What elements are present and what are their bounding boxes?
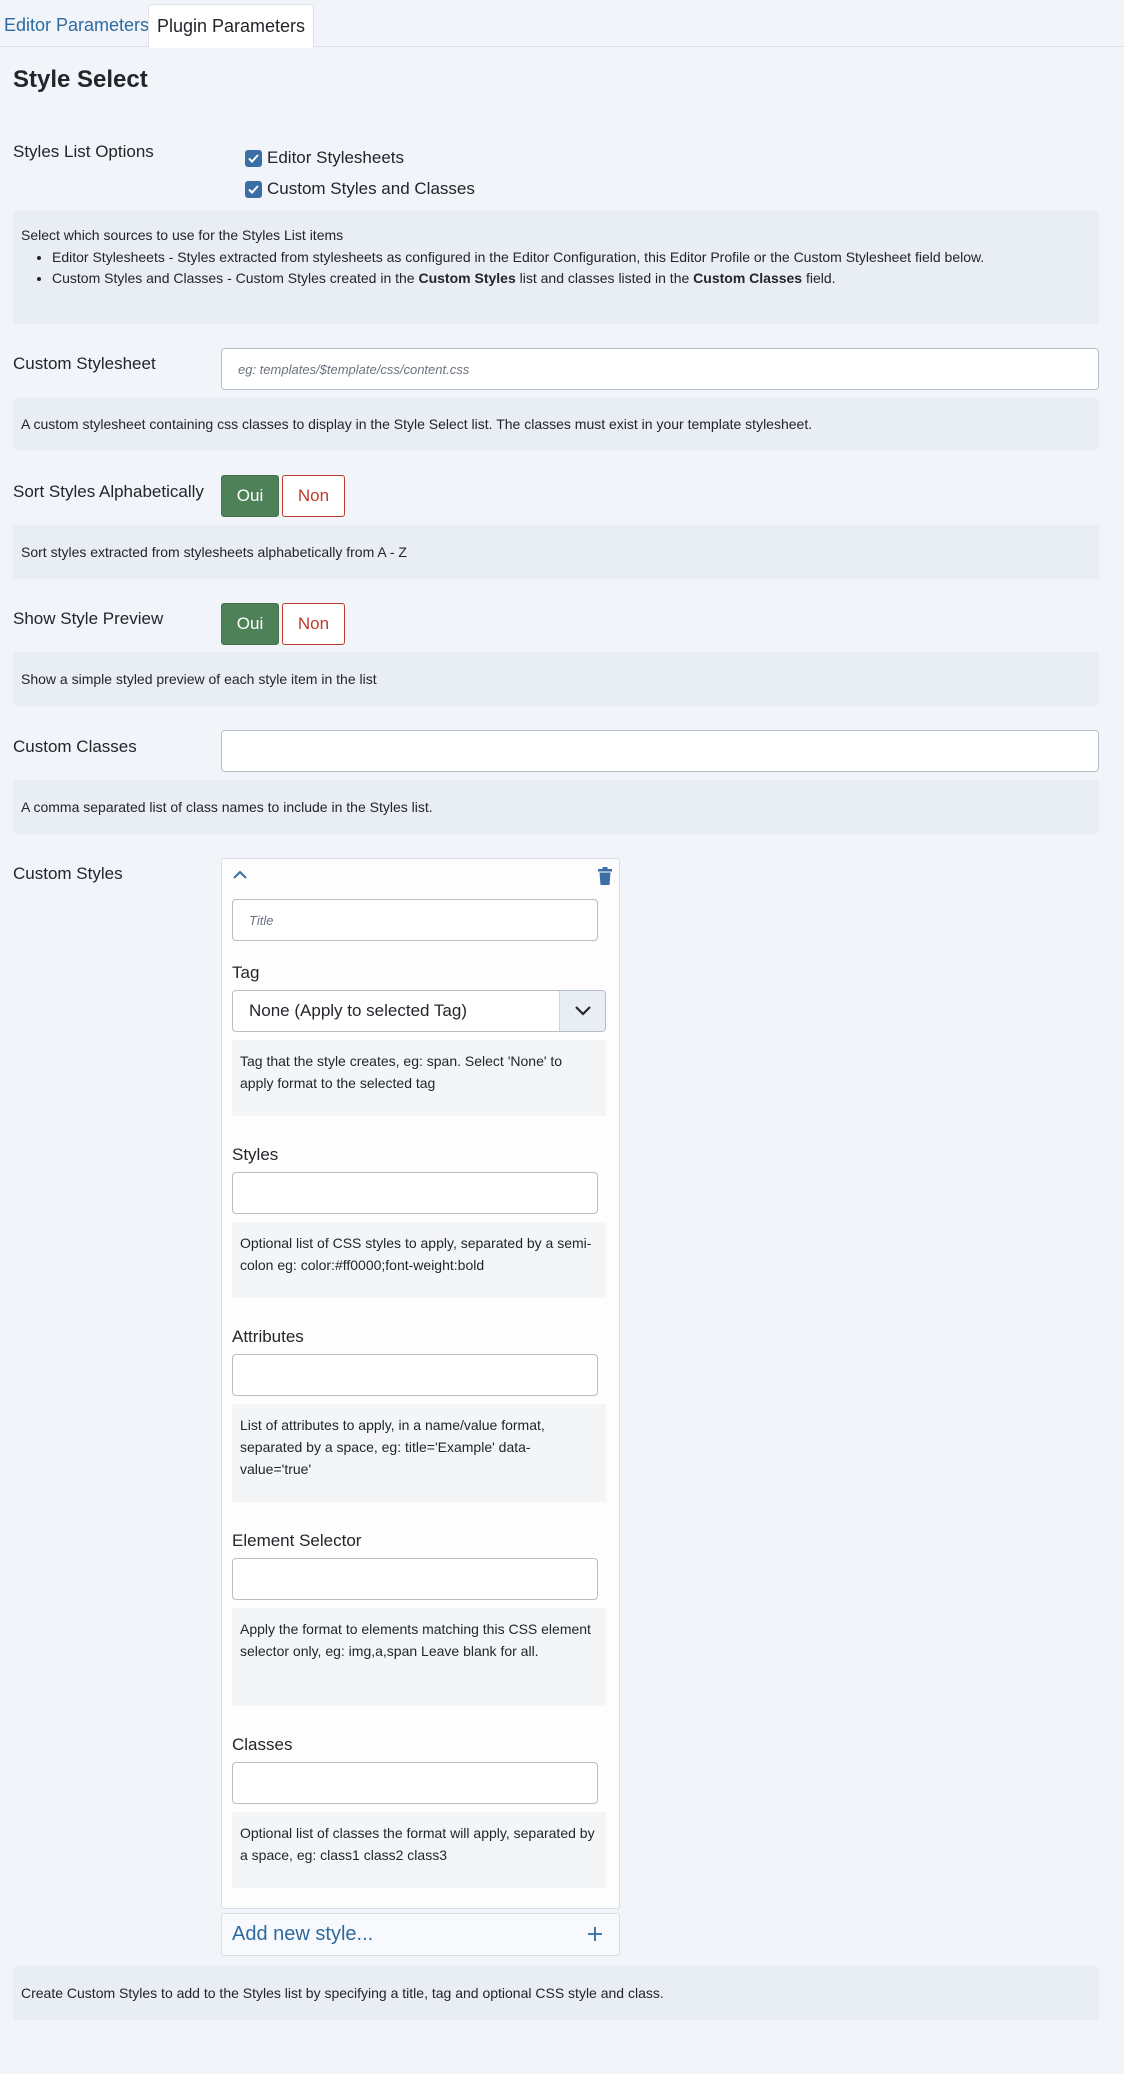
chevron-down-icon[interactable]: [559, 991, 605, 1031]
description-intro: Select which sources to use for the Styl…: [21, 227, 344, 243]
show-preview-label: Show Style Preview: [13, 609, 164, 628]
tag-select-value: None (Apply to selected Tag): [249, 1001, 467, 1020]
sort-styles-yes-button[interactable]: Oui: [221, 475, 279, 517]
custom-styles-label: Custom Styles: [13, 864, 123, 883]
checkbox-custom-styles-classes[interactable]: Custom Styles and Classes: [245, 179, 475, 199]
classes-label: Classes: [232, 1735, 293, 1754]
tab-bar: Editor Parameters Plugin Parameters: [0, 0, 1124, 48]
styles-description: Optional list of CSS styles to apply, se…: [232, 1222, 606, 1298]
custom-style-item: Title Tag None (Apply to selected Tag) T…: [221, 858, 620, 1909]
sort-styles-no-button[interactable]: Non: [282, 475, 345, 517]
custom-classes-label: Custom Classes: [13, 737, 137, 756]
styles-label: Styles: [232, 1145, 279, 1164]
element-selector-input[interactable]: [232, 1558, 598, 1600]
checkbox-label: Custom Styles and Classes: [267, 179, 475, 198]
section-title: Style Select: [13, 66, 148, 93]
chevron-up-icon[interactable]: [232, 867, 248, 888]
sort-styles-description: Sort styles extracted from stylesheets a…: [13, 525, 1099, 579]
custom-stylesheet-input[interactable]: eg: templates/$template/css/content.css: [221, 348, 1099, 390]
element-selector-description: Apply the format to elements matching th…: [232, 1608, 606, 1706]
check-icon[interactable]: [245, 149, 262, 167]
styles-list-description: Select which sources to use for the Styl…: [13, 210, 1099, 324]
description-bullet: Editor Stylesheets - Styles extracted fr…: [52, 249, 1091, 265]
custom-classes-input[interactable]: [221, 730, 1099, 772]
show-preview-yes-button[interactable]: Oui: [221, 603, 279, 645]
add-new-style-label: Add new style...: [232, 1923, 374, 1945]
sort-styles-label: Sort Styles Alphabetically: [13, 482, 204, 501]
attributes-input[interactable]: [232, 1354, 598, 1396]
add-new-style-button[interactable]: Add new style...: [221, 1913, 620, 1956]
custom-classes-description: A comma separated list of class names to…: [13, 780, 1099, 834]
element-selector-label: Element Selector: [232, 1531, 362, 1550]
tag-description: Tag that the style creates, eg: span. Se…: [232, 1040, 606, 1116]
description-bullet: Custom Styles and Classes - Custom Style…: [52, 270, 1091, 286]
classes-description: Optional list of classes the format will…: [232, 1812, 606, 1888]
trash-icon[interactable]: [597, 867, 613, 890]
styles-input[interactable]: [232, 1172, 598, 1214]
check-icon[interactable]: [245, 180, 262, 198]
custom-stylesheet-label: Custom Stylesheet: [13, 354, 156, 373]
checkbox-label: Editor Stylesheets: [267, 148, 405, 167]
tab-editor-parameters[interactable]: Editor Parameters: [0, 4, 165, 47]
custom-stylesheet-description: A custom stylesheet containing css class…: [13, 398, 1099, 450]
tag-label: Tag: [232, 963, 260, 982]
show-preview-description: Show a simple styled preview of each sty…: [13, 652, 1099, 706]
classes-input[interactable]: [232, 1762, 598, 1804]
style-title-input[interactable]: Title: [232, 899, 598, 941]
plus-icon[interactable]: [587, 1926, 603, 1947]
attributes-label: Attributes: [232, 1327, 304, 1346]
attributes-description: List of attributes to apply, in a name/v…: [232, 1404, 606, 1502]
custom-styles-description: Create Custom Styles to add to the Style…: [13, 1966, 1099, 2020]
show-preview-no-button[interactable]: Non: [282, 603, 345, 645]
tag-select[interactable]: None (Apply to selected Tag): [232, 990, 606, 1032]
styles-list-label: Styles List Options: [13, 142, 154, 161]
checkbox-editor-stylesheets[interactable]: Editor Stylesheets: [245, 148, 404, 168]
tab-plugin-parameters[interactable]: Plugin Parameters: [148, 4, 314, 48]
